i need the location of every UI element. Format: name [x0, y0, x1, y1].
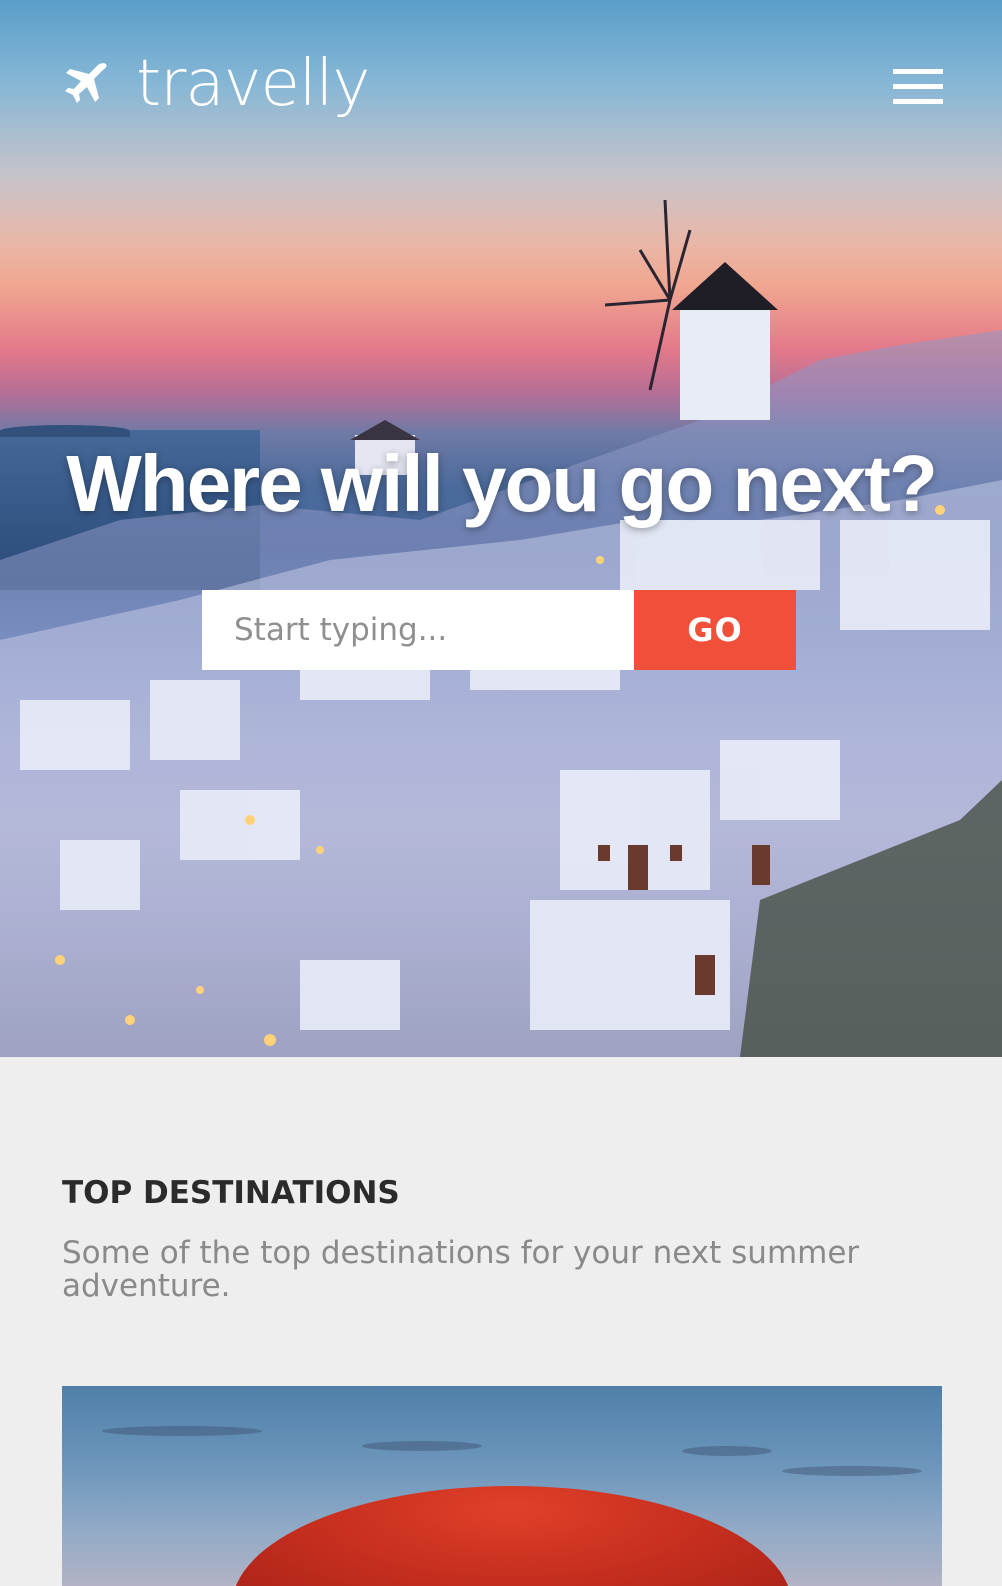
top-destinations-section: TOP DESTINATIONS Some of the top destina… — [0, 1057, 1002, 1586]
brand-name: travelly — [136, 47, 370, 121]
hero-banner: travelly Where will you go next? GO — [0, 0, 1002, 1057]
brand-logo[interactable]: travelly — [62, 47, 370, 121]
airplane-icon — [65, 63, 107, 103]
go-button[interactable]: GO — [634, 590, 796, 670]
destination-card[interactable] — [62, 1386, 942, 1586]
hero-title: Where will you go next? — [66, 439, 938, 528]
search-input[interactable] — [202, 590, 634, 670]
section-title: TOP DESTINATIONS — [62, 1175, 400, 1211]
search-form: GO — [202, 590, 796, 670]
section-subtitle: Some of the top destinations for your ne… — [62, 1235, 860, 1304]
menu-button[interactable] — [893, 69, 943, 105]
